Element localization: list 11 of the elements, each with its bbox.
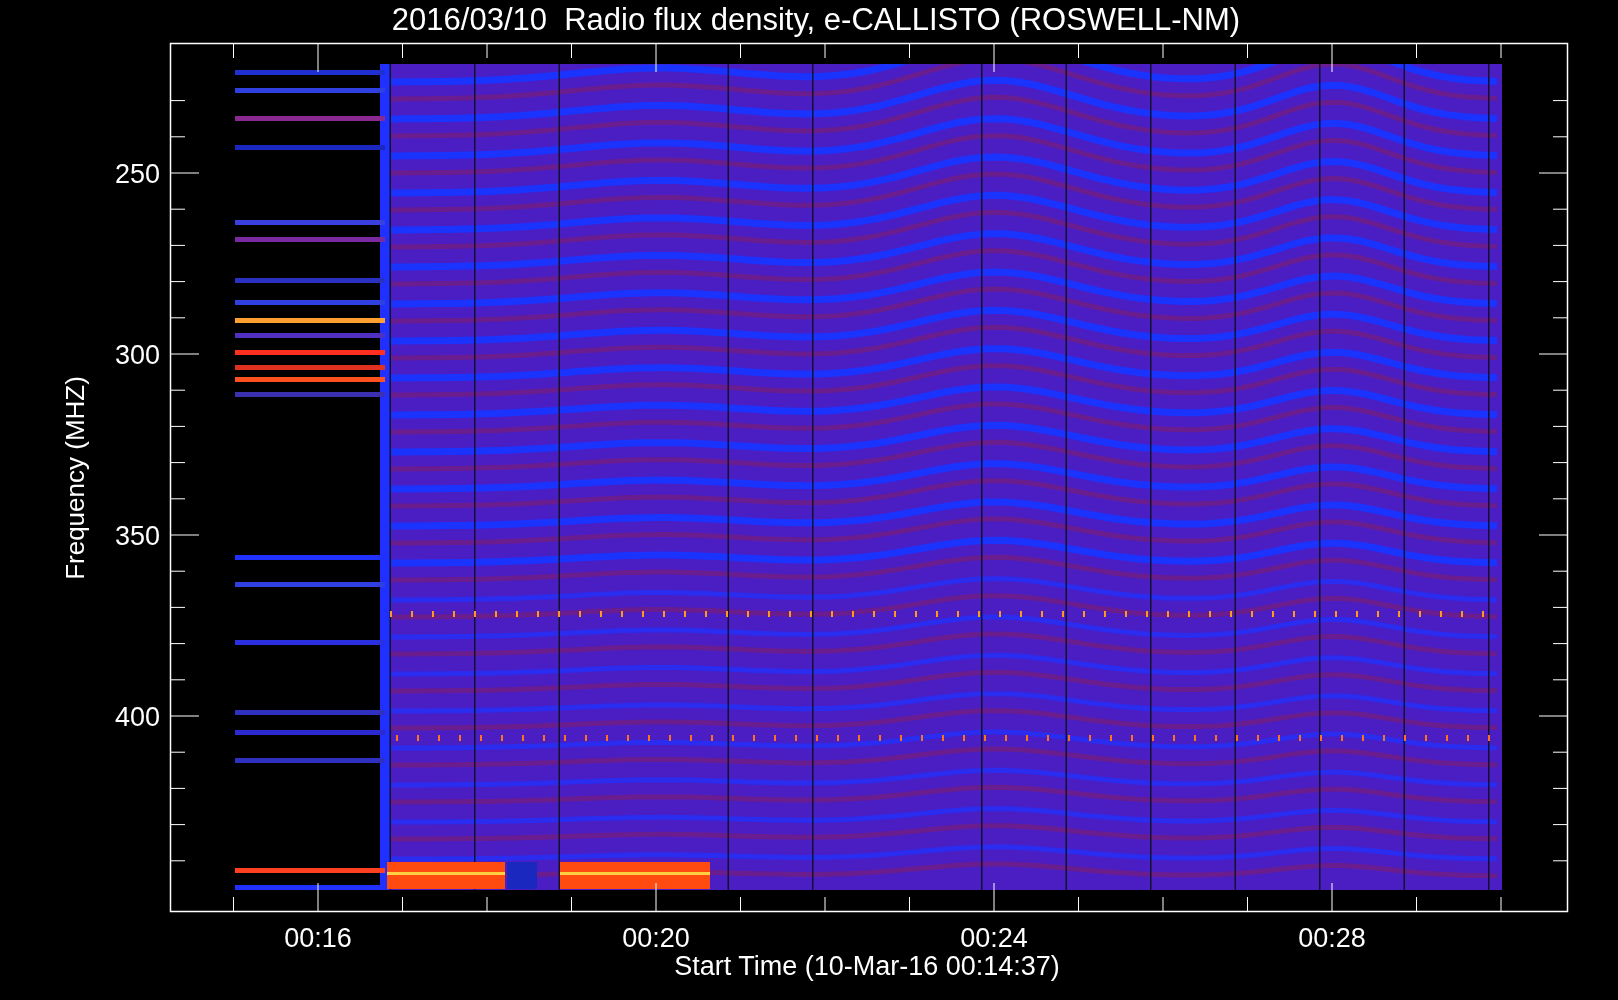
- x-tick-label: 00:16: [284, 923, 352, 953]
- y-tick-label: 400: [114, 702, 160, 732]
- y-tick-label: 350: [114, 521, 160, 551]
- y-axis-label: Frequency (MHZ): [60, 376, 90, 580]
- x-axis-label: Start Time (10-Mar-16 00:14:37): [674, 951, 1060, 981]
- plot-title: 2016/03/10 Radio flux density, e-CALLISTO (ROSWELL-NM): [391, 2, 1241, 37]
- y-tick-label: 300: [114, 340, 160, 370]
- x-tick-label: 00:28: [1298, 923, 1366, 953]
- x-tick-label: 00:24: [960, 923, 1028, 953]
- y-tick-label: 250: [114, 159, 160, 189]
- x-tick-label: 00:20: [622, 923, 690, 953]
